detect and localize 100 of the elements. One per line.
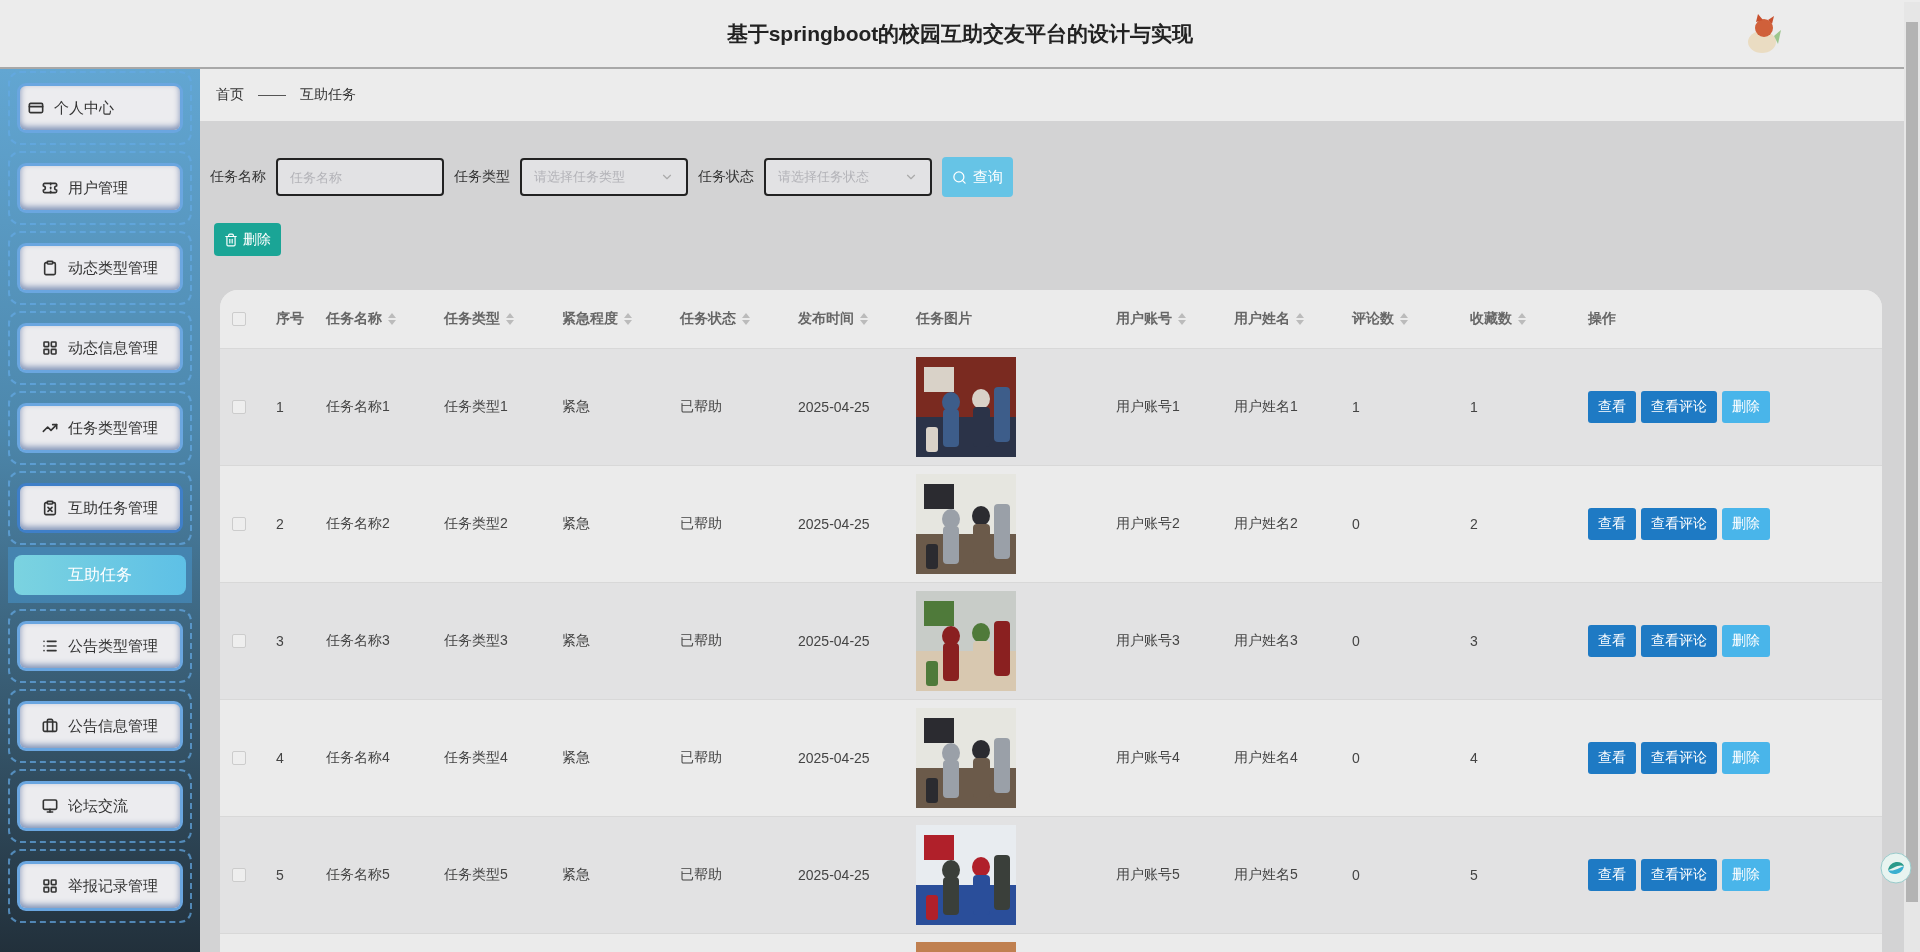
breadcrumb-link[interactable]: 首页: [216, 86, 244, 104]
sort-icon[interactable]: [860, 313, 868, 325]
monitor-icon: [42, 798, 58, 814]
table-cell-text: 用户姓名2: [1234, 515, 1299, 533]
table-cell-text: 任务名称3: [326, 632, 391, 650]
table-cell-text: 2025-04-25: [798, 867, 871, 883]
card-icon: [28, 100, 44, 116]
action-button[interactable]: 删除: [1722, 391, 1770, 423]
chat-icon[interactable]: [1880, 852, 1912, 884]
menu-item[interactable]: 动态类型管理: [20, 246, 180, 290]
column-header: 任务状态: [680, 310, 798, 328]
column-header: 收藏数: [1470, 310, 1588, 328]
table-cell-text: 用户姓名3: [1234, 632, 1299, 650]
action-button[interactable]: 删除: [1722, 859, 1770, 891]
clipboard-icon: [42, 260, 58, 276]
grid-icon: [42, 340, 58, 356]
sort-icon[interactable]: [388, 313, 396, 325]
action-button[interactable]: 查看: [1588, 625, 1636, 657]
table-cell-text: 用户账号5: [1116, 866, 1181, 884]
menu-item[interactable]: 任务类型管理: [20, 406, 180, 450]
table-cell-text: 2: [1470, 516, 1479, 532]
table-cell-text: 0: [1352, 633, 1361, 649]
table-cell-text: 已帮助: [680, 749, 723, 767]
menu-item[interactable]: 互助任务管理: [20, 486, 180, 530]
trash-icon: [224, 232, 238, 247]
table-cell-text: 任务名称2: [326, 515, 391, 533]
table-cell-text: 1: [1470, 399, 1479, 415]
briefcase-icon: [42, 718, 58, 734]
action-button[interactable]: 查看评论: [1641, 391, 1717, 423]
sort-icon[interactable]: [624, 313, 632, 325]
checkbox[interactable]: [232, 751, 246, 765]
table-cell-text: 紧急: [562, 515, 591, 533]
table-cell-text: 用户姓名1: [1234, 398, 1299, 416]
action-button[interactable]: 查看: [1588, 391, 1636, 423]
action-button[interactable]: 查看评论: [1641, 859, 1717, 891]
delete-button[interactable]: 删除: [214, 223, 281, 256]
sort-icon[interactable]: [1400, 313, 1408, 325]
table-cell-text: 2025-04-25: [798, 516, 871, 532]
action-button[interactable]: 查看: [1588, 859, 1636, 891]
sort-icon[interactable]: [506, 313, 514, 325]
action-button[interactable]: 查看评论: [1641, 625, 1717, 657]
table-cell-text: 5: [1470, 867, 1479, 883]
checkbox[interactable]: [232, 517, 246, 531]
column-header: 序号: [276, 310, 305, 328]
menu-item[interactable]: 用户管理: [20, 166, 180, 210]
column-header: 任务名称: [326, 310, 444, 328]
column-header: 评论数: [1352, 310, 1470, 328]
table-cell-text: 用户姓名4: [1234, 749, 1299, 767]
menu-item[interactable]: 公告信息管理: [20, 704, 180, 748]
table-cell-text: 紧急: [562, 866, 591, 884]
table-cell-text: 3: [276, 633, 285, 649]
table-cell-text: 任务类型3: [444, 632, 509, 650]
menu-item[interactable]: 动态信息管理: [20, 326, 180, 370]
action-button[interactable]: 删除: [1722, 625, 1770, 657]
checkbox[interactable]: [232, 312, 246, 326]
filter-label: 任务类型: [454, 168, 510, 186]
sort-icon[interactable]: [1518, 313, 1526, 325]
action-button[interactable]: 查看: [1588, 742, 1636, 774]
table-cell-text: 2025-04-25: [798, 399, 871, 415]
action-button[interactable]: 查看评论: [1641, 742, 1717, 774]
table-cell-text: 已帮助: [680, 515, 723, 533]
sort-icon[interactable]: [742, 313, 750, 325]
column-header: 用户账号: [1116, 310, 1234, 328]
table-cell-text: 用户账号4: [1116, 749, 1181, 767]
column-header: 用户姓名: [1234, 310, 1352, 328]
table-cell-text: 已帮助: [680, 632, 723, 650]
table-cell-text: 0: [1352, 750, 1361, 766]
action-button[interactable]: 删除: [1722, 508, 1770, 540]
table-cell-text: 1: [276, 399, 285, 415]
table-cell-text: 2025-04-25: [798, 750, 871, 766]
column-header: 紧急程度: [562, 310, 680, 328]
table-cell-text: 用户账号2: [1116, 515, 1181, 533]
checkbox[interactable]: [232, 634, 246, 648]
menu-item[interactable]: 个人中心: [20, 86, 180, 130]
filter-label: 任务名称: [210, 168, 266, 186]
table-cell-text: 任务类型5: [444, 866, 509, 884]
table-cell-text: 用户账号3: [1116, 632, 1181, 650]
table-cell-text: 已帮助: [680, 398, 723, 416]
scrollbar[interactable]: [1904, 2, 1920, 952]
table-cell-text: 任务名称4: [326, 749, 391, 767]
grid-icon: [42, 878, 58, 894]
ticket-icon: [42, 180, 58, 196]
table-cell-text: 任务类型4: [444, 749, 509, 767]
action-button[interactable]: 删除: [1722, 742, 1770, 774]
table-cell-text: 任务类型2: [444, 515, 509, 533]
menu-item[interactable]: 公告类型管理: [20, 624, 180, 668]
list-icon: [42, 638, 58, 654]
column-header: 任务图片: [916, 310, 973, 328]
sort-icon[interactable]: [1296, 313, 1304, 325]
action-button[interactable]: 查看评论: [1641, 508, 1717, 540]
sort-icon[interactable]: [1178, 313, 1186, 325]
menu-item[interactable]: 论坛交流: [20, 784, 180, 828]
filter-label: 任务状态: [698, 168, 754, 186]
checkbox[interactable]: [232, 400, 246, 414]
action-button[interactable]: 查看: [1588, 508, 1636, 540]
checkbox[interactable]: [232, 868, 246, 882]
menu-item[interactable]: 举报记录管理: [20, 864, 180, 908]
site-title: 基于springboot的校园互助交友平台的设计与实现: [726, 20, 1194, 47]
table-cell-text: 任务名称1: [326, 398, 391, 416]
table-cell-text: 4: [276, 750, 285, 766]
